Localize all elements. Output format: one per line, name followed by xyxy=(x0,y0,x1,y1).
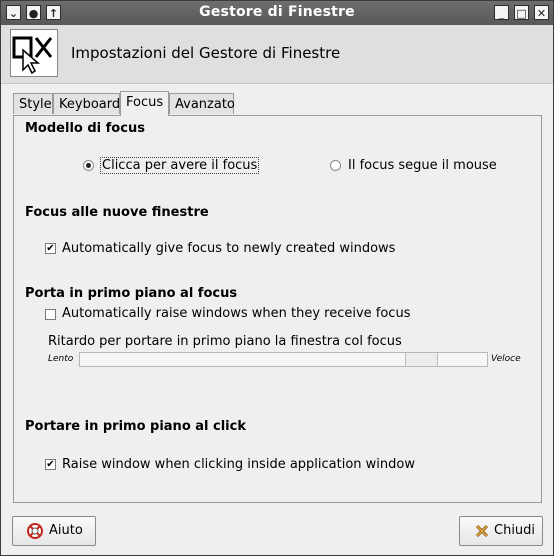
raise-on-click-heading: Portare in primo piano al click xyxy=(25,419,246,434)
lifebuoy-icon xyxy=(27,523,43,539)
focus-follows-mouse-radio[interactable] xyxy=(330,160,341,171)
slider-fast-label: Veloce xyxy=(491,354,521,364)
tab-keyboard[interactable]: Keyboard xyxy=(53,93,120,114)
window-title: Gestore di Finestre xyxy=(199,4,355,20)
window-manager-icon xyxy=(10,29,58,77)
auto-focus-checkbox[interactable]: ✔ xyxy=(45,243,56,254)
click-to-focus-text: Clicca per avere il focus xyxy=(100,157,260,174)
raise-delay-label: Ritardo per portare in primo piano la fi… xyxy=(48,334,402,349)
tab-advanced[interactable]: Avanzato xyxy=(169,93,235,114)
click-to-focus-label[interactable]: Clicca per avere il focus xyxy=(100,157,260,174)
close-button-label: Chiudi xyxy=(494,523,536,538)
raise-on-click-checkbox[interactable]: ✔ xyxy=(45,459,56,470)
help-button[interactable]: Aiuto xyxy=(12,516,96,546)
window: ⌄ ● ↑ Gestore di Finestre _ □ ✕ Impostaz… xyxy=(0,0,554,556)
auto-raise-label[interactable]: Automatically raise windows when they re… xyxy=(62,306,410,321)
focus-model-heading: Modello di focus xyxy=(25,121,145,136)
dialog-header: Impostazioni del Gestore di Finestre xyxy=(1,25,553,84)
tab-style[interactable]: Style xyxy=(13,93,53,114)
close-window-button[interactable]: ✕ xyxy=(534,5,549,20)
auto-focus-label[interactable]: Automatically give focus to newly create… xyxy=(62,241,395,256)
maximize-button[interactable]: □ xyxy=(514,5,529,20)
raise-delay-slider-thumb[interactable] xyxy=(405,353,438,366)
tab-focus[interactable]: Focus xyxy=(120,91,169,116)
minimize-button[interactable]: _ xyxy=(494,5,509,20)
dialog-header-title: Impostazioni del Gestore di Finestre xyxy=(71,44,341,62)
auto-raise-checkbox[interactable] xyxy=(45,309,56,320)
focus-follows-mouse-label[interactable]: Il focus segue il mouse xyxy=(348,158,497,173)
close-button[interactable]: Chiudi xyxy=(459,516,543,546)
help-button-label: Aiuto xyxy=(49,523,83,538)
raise-on-click-label[interactable]: Raise window when clicking inside applic… xyxy=(62,457,415,472)
new-windows-heading: Focus alle nuove finestre xyxy=(25,205,209,220)
click-to-focus-radio[interactable] xyxy=(83,160,94,171)
raise-on-focus-heading: Porta in primo piano al focus xyxy=(25,286,238,301)
close-icon xyxy=(475,524,489,538)
raise-delay-slider[interactable] xyxy=(79,352,488,367)
slider-slow-label: Lento xyxy=(48,354,74,364)
title-bar[interactable]: ⌄ ● ↑ Gestore di Finestre _ □ ✕ xyxy=(1,1,553,25)
